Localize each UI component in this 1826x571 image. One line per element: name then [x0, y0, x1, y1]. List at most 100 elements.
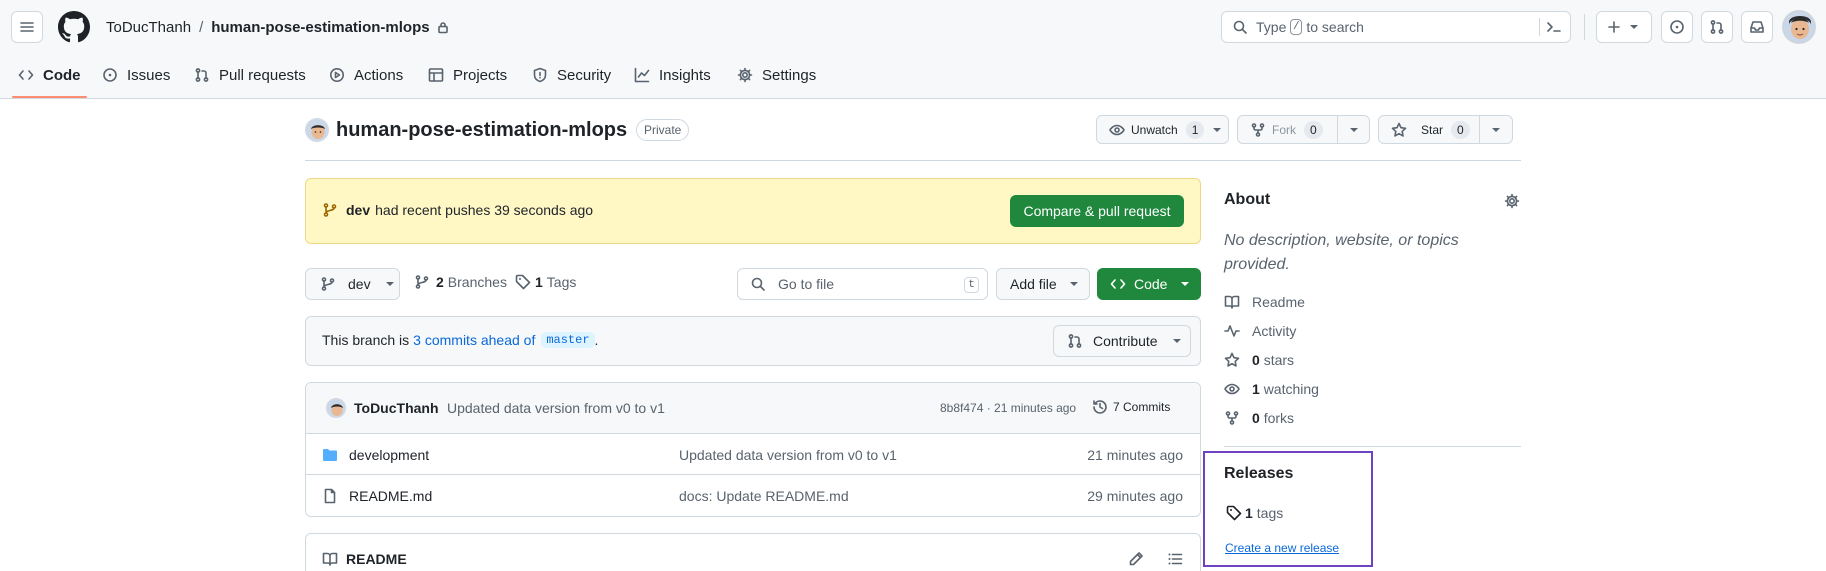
tab-actions[interactable]: Actions: [329, 63, 403, 87]
edit-readme-button[interactable]: [1128, 551, 1144, 567]
go-to-file-shortcut-key: t: [964, 277, 979, 293]
releases-title[interactable]: Releases: [1224, 465, 1293, 483]
readme-tab[interactable]: README: [322, 551, 407, 567]
code-button[interactable]: Code: [1097, 268, 1201, 300]
pull-request-icon: [195, 68, 209, 82]
tab-projects[interactable]: Projects: [428, 63, 507, 87]
branch-icon: [323, 203, 337, 217]
go-to-file-input[interactable]: Go to file t: [737, 268, 988, 300]
command-palette-icon[interactable]: [1546, 19, 1562, 35]
gear-icon: [1504, 193, 1520, 209]
about-stars-link[interactable]: 0 stars: [1224, 352, 1294, 368]
code-icon: [1110, 279, 1126, 289]
star-button[interactable]: Star 0: [1379, 116, 1480, 143]
tab-issues[interactable]: Issues: [102, 63, 170, 87]
file-commit-message[interactable]: Updated data version from v0 to v1: [679, 447, 897, 463]
row-divider: [306, 474, 1200, 475]
star-dropdown[interactable]: [1480, 125, 1512, 135]
breadcrumb-repo[interactable]: human-pose-estimation-mlops: [211, 19, 429, 36]
chevron-down-icon: [1181, 282, 1190, 286]
chevron-down-icon: [1213, 127, 1222, 132]
repo-name[interactable]: human-pose-estimation-mlops: [336, 117, 627, 143]
about-stars-count: 0: [1252, 352, 1260, 368]
issues-button[interactable]: [1661, 11, 1693, 43]
branches-label: Branches: [447, 274, 507, 290]
tab-pull-requests[interactable]: Pull requests: [194, 63, 306, 87]
about-description: No description, website, or topics provi…: [1224, 232, 1459, 273]
file-commit-message[interactable]: docs: Update README.md: [679, 488, 849, 504]
commits-ahead-link[interactable]: 3 commits ahead of: [413, 332, 535, 348]
about-watching-link[interactable]: 1 watching: [1224, 381, 1319, 397]
releases-tags-link[interactable]: 1 tags: [1226, 505, 1283, 521]
tab-code[interactable]: Code: [18, 63, 81, 87]
star-icon: [1224, 352, 1240, 367]
file-time: 21 minutes ago: [1087, 447, 1183, 463]
commits-label: 7 Commits: [1113, 400, 1171, 414]
eye-icon: [1109, 124, 1125, 135]
branch-icon: [415, 275, 429, 289]
file-name[interactable]: development: [349, 447, 429, 463]
chevron-down-icon: [1349, 127, 1358, 132]
file-row-development[interactable]: development: [322, 447, 429, 463]
chevron-down-icon: [385, 282, 394, 286]
fork-icon: [1251, 122, 1265, 137]
user-avatar[interactable]: [1782, 10, 1816, 44]
fork-button[interactable]: Fork 0: [1238, 116, 1338, 143]
github-logo[interactable]: [58, 11, 90, 43]
base-branch-badge[interactable]: master: [541, 332, 595, 348]
pull-requests-button[interactable]: [1701, 11, 1733, 43]
unwatch-label: Unwatch: [1131, 122, 1178, 137]
about-forks-link[interactable]: 0 forks: [1224, 410, 1294, 426]
lock-icon: [437, 22, 448, 34]
tab-insights[interactable]: Insights: [634, 63, 711, 87]
commit-hash-time[interactable]: 8b8f474 · 21 minutes ago: [940, 401, 1076, 415]
repo-owner-avatar[interactable]: [305, 118, 329, 142]
about-title: About: [1224, 191, 1271, 208]
unwatch-button[interactable]: Unwatch 1: [1096, 115, 1229, 144]
readme-box: [305, 533, 1201, 571]
folder-icon: [323, 449, 337, 461]
star-icon: [1391, 122, 1407, 137]
compare-pull-request-button[interactable]: Compare & pull request: [1010, 195, 1184, 227]
star-count: 0: [1451, 120, 1470, 139]
tab-security-label: Security: [557, 66, 612, 84]
active-tab-underline: [12, 96, 87, 98]
fork-dropdown[interactable]: [1338, 125, 1369, 135]
about-readme-link[interactable]: Readme: [1224, 294, 1305, 310]
create-new-button[interactable]: [1596, 11, 1652, 43]
menu-button[interactable]: [11, 11, 43, 43]
pencil-icon: [1129, 552, 1143, 566]
inbox-button[interactable]: [1741, 11, 1773, 43]
commit-message[interactable]: Updated data version from v0 to v1: [447, 400, 665, 416]
breadcrumb-owner[interactable]: ToDucThanh: [106, 19, 191, 36]
avatar-face-icon: [306, 119, 328, 141]
file-icon: [324, 488, 336, 504]
search-suffix: to search: [1306, 19, 1364, 35]
tags-link[interactable]: 1 Tags: [515, 274, 576, 290]
commit-author[interactable]: ToDucThanh: [354, 400, 439, 416]
file-row-readme[interactable]: README.md: [322, 488, 432, 504]
about-activity-link[interactable]: Activity: [1224, 323, 1296, 339]
about-forks-count: 0: [1252, 410, 1260, 426]
search-input[interactable]: Type / to search: [1221, 11, 1571, 43]
tab-settings[interactable]: Settings: [737, 63, 816, 87]
github-mark-icon: [58, 11, 90, 43]
recent-push-branch[interactable]: dev: [346, 202, 370, 218]
about-forks-label: forks: [1263, 410, 1295, 426]
contribute-button[interactable]: Contribute: [1053, 325, 1191, 357]
commit-author-avatar[interactable]: [326, 398, 346, 418]
branches-link[interactable]: 2 Branches: [414, 274, 507, 290]
branch-ahead-text: This branch is 3 commits ahead of master…: [322, 332, 598, 348]
add-file-button[interactable]: Add file: [996, 268, 1090, 300]
tab-code-label: Code: [43, 66, 81, 84]
file-name[interactable]: README.md: [349, 488, 432, 504]
list-unordered-icon: [1168, 553, 1183, 565]
commits-link[interactable]: 7 Commits: [1092, 399, 1170, 415]
tab-settings-label: Settings: [762, 66, 817, 84]
outline-button[interactable]: [1167, 551, 1183, 567]
tab-security[interactable]: Security: [532, 63, 611, 87]
tab-projects-label: Projects: [453, 66, 508, 84]
branch-selector[interactable]: dev: [305, 268, 400, 300]
create-release-link[interactable]: Create a new release: [1225, 541, 1339, 555]
about-settings-button[interactable]: [1504, 193, 1520, 209]
